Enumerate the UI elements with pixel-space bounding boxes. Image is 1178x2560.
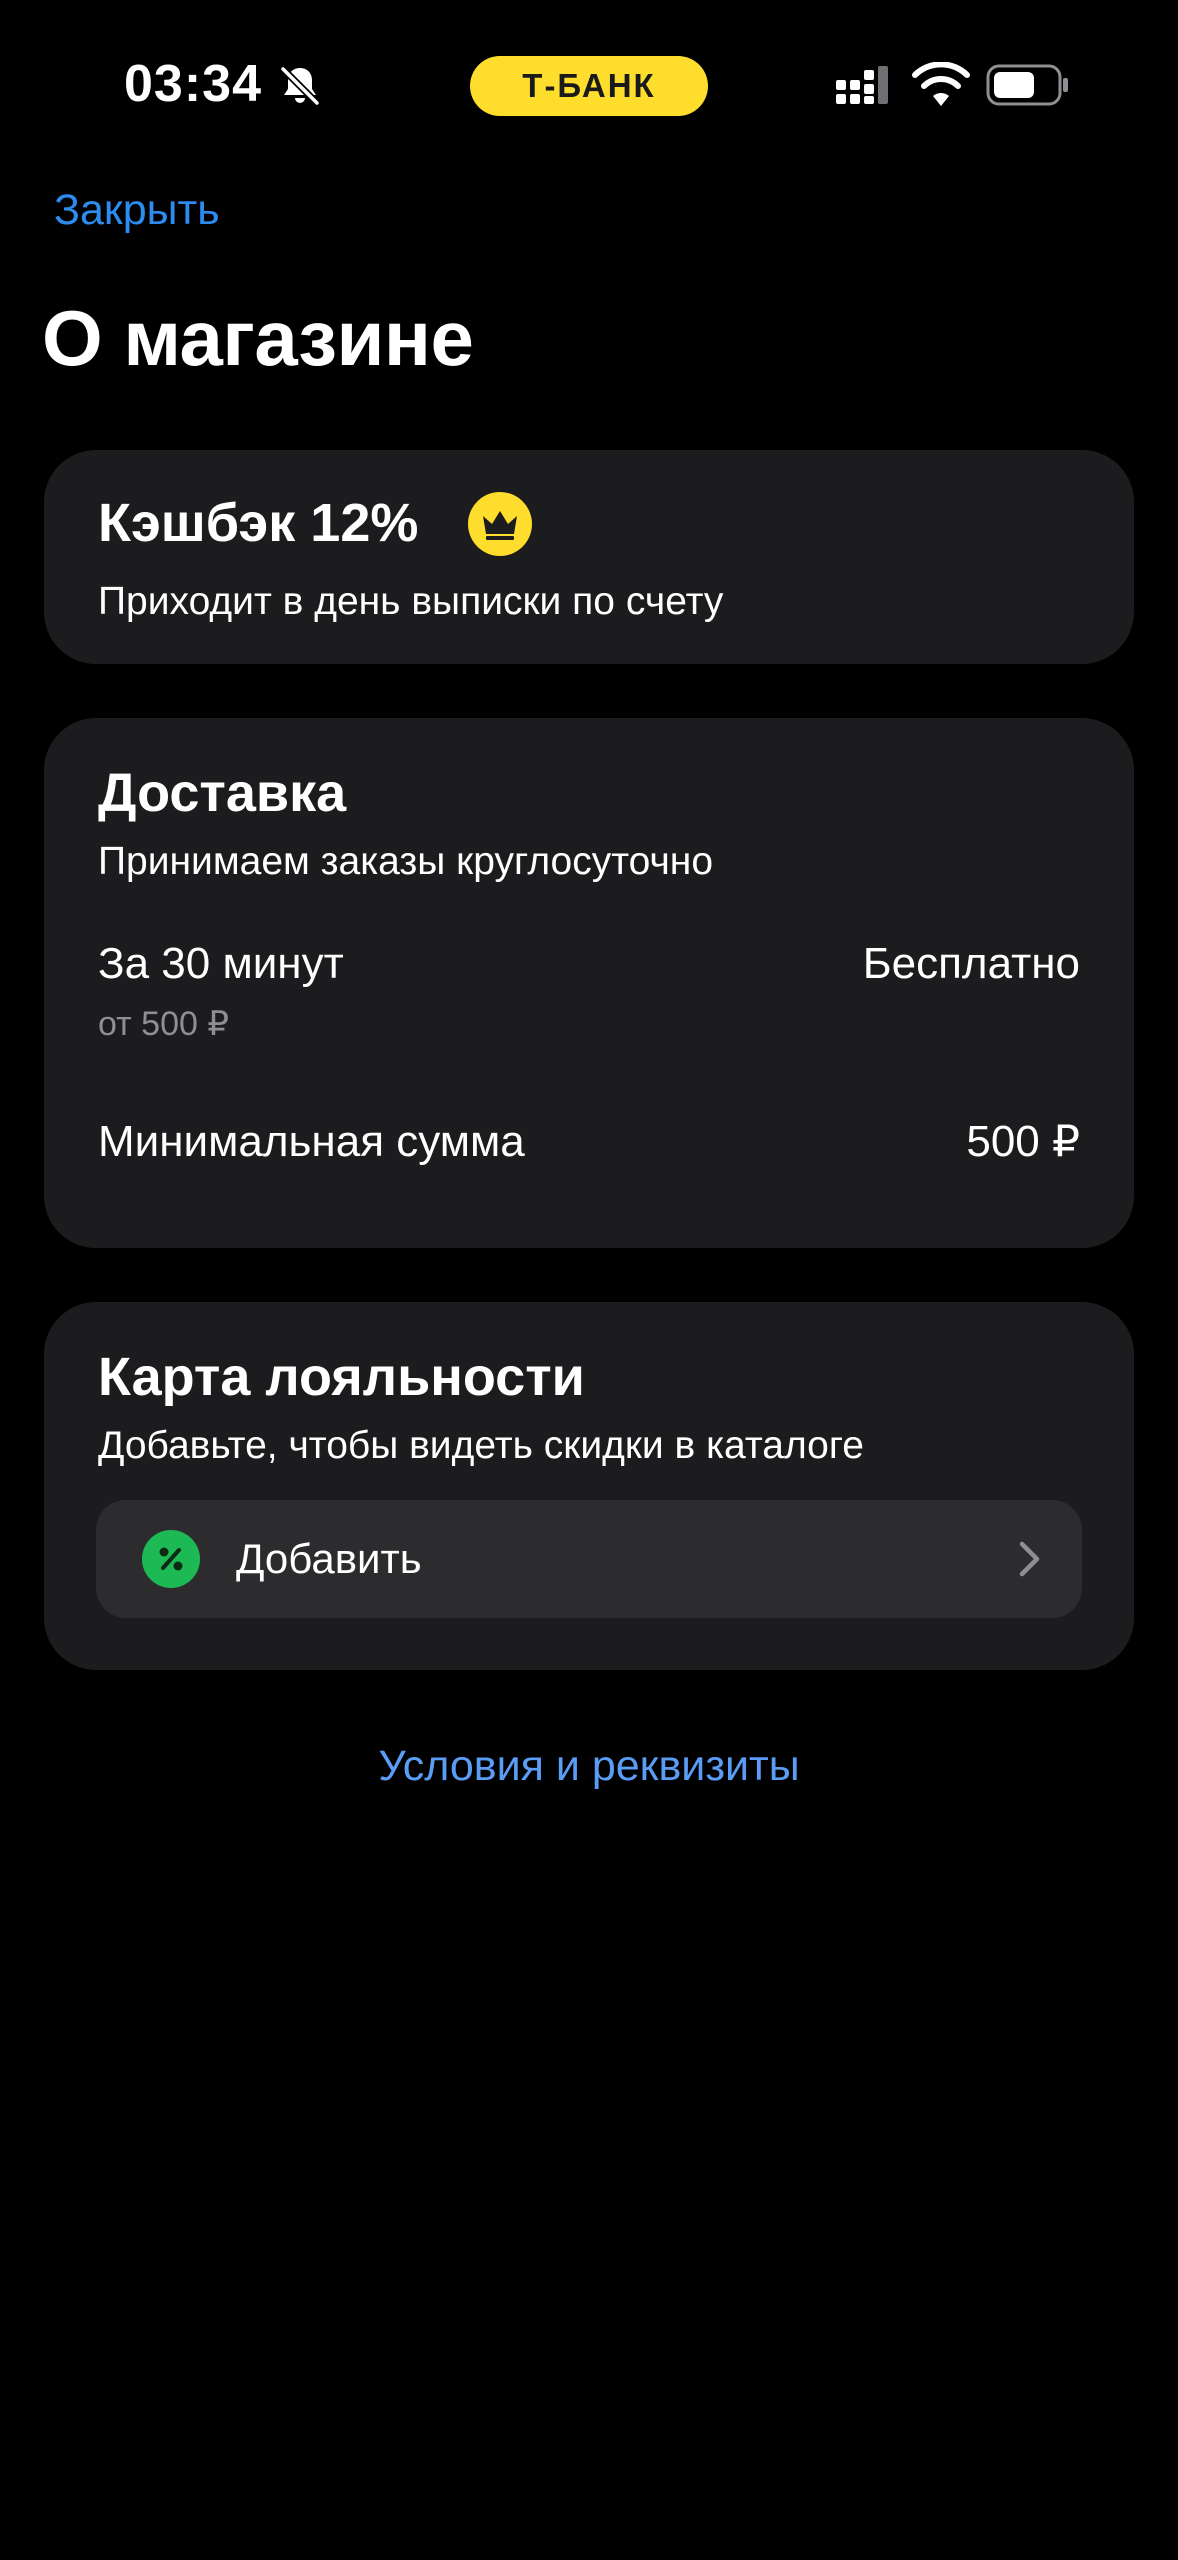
- min-sum-value: 500 ₽: [966, 1117, 1080, 1166]
- delivery-card: Доставка Принимаем заказы круглосуточно …: [44, 718, 1134, 1248]
- brand-pill: Т-БАНК: [470, 56, 708, 116]
- loyalty-subtitle: Добавьте, чтобы видеть скидки в каталоге: [98, 1424, 864, 1467]
- terms-link[interactable]: Условия и реквизиты: [0, 1736, 1178, 1796]
- cashback-card: Кэшбэк 12% Приходит в день выписки по сч…: [44, 450, 1134, 664]
- cellular-signal-icon: [836, 66, 888, 104]
- cashback-title: Кэшбэк 12%: [98, 493, 419, 553]
- status-bar: 03:34 Т-БАНК: [0, 0, 1178, 170]
- delivery-time-price: Бесплатно: [862, 939, 1080, 988]
- delivery-title: Доставка: [98, 763, 347, 823]
- delivery-time-label: За 30 минут: [98, 939, 344, 988]
- battery-icon: [986, 64, 1068, 106]
- chevron-right-icon: [1019, 1541, 1040, 1577]
- min-sum-label: Минимальная сумма: [98, 1117, 525, 1166]
- cashback-description: Приходит в день выписки по счету: [98, 580, 724, 623]
- status-time: 03:34: [124, 55, 262, 113]
- crown-icon: [483, 511, 517, 540]
- percent-icon: [142, 1530, 200, 1588]
- loyalty-title: Карта лояльности: [98, 1347, 585, 1407]
- percent-glyph: [159, 1547, 183, 1571]
- add-loyalty-card-button[interactable]: Добавить: [96, 1500, 1082, 1618]
- bell-slash-icon: [280, 66, 320, 106]
- wifi-icon: [912, 62, 970, 106]
- loyalty-card: Карта лояльности Добавьте, чтобы видеть …: [44, 1302, 1134, 1670]
- add-loyalty-label: Добавить: [236, 1535, 422, 1582]
- crown-badge: [468, 492, 532, 556]
- close-button[interactable]: Закрыть: [54, 180, 220, 240]
- delivery-subtitle: Принимаем заказы круглосуточно: [98, 840, 714, 883]
- page-title: О магазине: [42, 294, 474, 382]
- delivery-time-condition: от 500 ₽: [98, 1005, 229, 1043]
